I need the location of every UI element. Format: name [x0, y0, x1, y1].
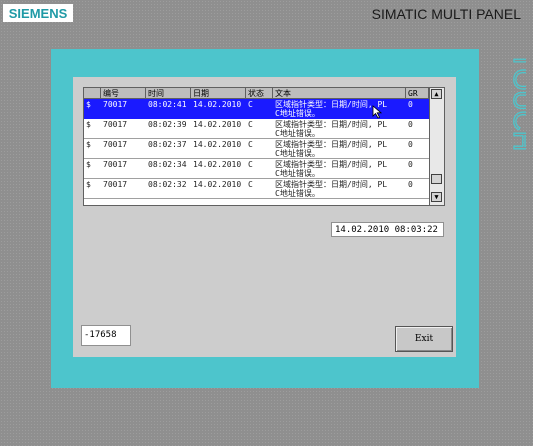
row-group: 0	[408, 140, 413, 149]
row-text-line1: 区域指针类型：日期/时间, PL	[275, 140, 388, 149]
row-number: 70017	[103, 180, 128, 189]
row-time: 08:02:39	[148, 120, 187, 129]
col-header-status[interactable]: 状态	[246, 88, 273, 99]
siemens-logo: SIEMENS	[3, 4, 73, 22]
row-time: 08:02:41	[148, 100, 187, 109]
row-status: C	[248, 100, 253, 109]
row-text: 区域指针类型：日期/时间, PL C地址错误。	[273, 99, 406, 118]
row-time: 08:02:34	[148, 160, 187, 169]
scrollbar-thumb[interactable]	[431, 174, 442, 184]
row-text: 区域指针类型：日期/时间, PL C地址错误。	[273, 119, 406, 138]
col-header-marker	[84, 88, 101, 99]
row-time: 08:02:37	[148, 140, 187, 149]
row-marker: $	[86, 120, 91, 129]
row-text-line1: 区域指针类型：日期/时间, PL	[275, 100, 388, 109]
col-header-time[interactable]: 时间	[146, 88, 191, 99]
row-marker: $	[86, 100, 91, 109]
row-date: 14.02.2010	[193, 180, 242, 189]
alarm-row[interactable]: $ 70017 08:02:37 14.02.2010 C 区域指针类型：日期/…	[84, 139, 429, 159]
exit-button[interactable]: Exit	[395, 326, 453, 352]
row-number: 70017	[103, 160, 128, 169]
row-date: 14.02.2010	[193, 140, 242, 149]
alarm-row[interactable]: $ 70017 08:02:39 14.02.2010 C 区域指针类型：日期/…	[84, 119, 429, 139]
row-text: 区域指针类型：日期/时间, PL C地址错误。	[273, 139, 406, 158]
row-text-line2: C地址错误。	[275, 189, 320, 198]
row-text-line2: C地址错误。	[275, 169, 320, 178]
row-marker: $	[86, 140, 91, 149]
row-number: 70017	[103, 120, 128, 129]
row-marker: $	[86, 160, 91, 169]
row-status: C	[248, 120, 253, 129]
arrow-up-icon[interactable]: ▲	[431, 89, 442, 99]
alarm-row[interactable]: $ 70017 08:02:32 14.02.2010 C 区域指针类型：日期/…	[84, 179, 429, 199]
row-text-line2: C地址错误。	[275, 129, 320, 138]
row-text-line1: 区域指针类型：日期/时间, PL	[275, 120, 388, 129]
row-group: 0	[408, 120, 413, 129]
row-number: 70017	[103, 140, 128, 149]
row-number: 70017	[103, 100, 128, 109]
alarm-scrollbar[interactable]: ▲ ▼	[429, 88, 444, 205]
row-text-line1: 区域指针类型：日期/时间, PL	[275, 180, 388, 189]
alarm-view-header: 编号 时间 日期 状态 文本 GR	[84, 88, 429, 99]
col-header-date[interactable]: 日期	[191, 88, 246, 99]
panel-model-label: SIMATIC MULTI PANEL	[371, 6, 521, 22]
col-header-number[interactable]: 编号	[101, 88, 146, 99]
col-header-group[interactable]: GR	[406, 88, 429, 99]
row-date: 14.02.2010	[193, 100, 242, 109]
alarm-row[interactable]: $ 70017 08:02:34 14.02.2010 C 区域指针类型：日期/…	[84, 159, 429, 179]
row-marker: $	[86, 180, 91, 189]
date-time-field: 14.02.2010 08:03:22	[331, 222, 444, 237]
row-date: 14.02.2010	[193, 160, 242, 169]
hmi-panel-device: SIEMENS SIMATIC MULTI PANEL TOUCH 编号 时间 …	[0, 0, 533, 446]
hmi-screen[interactable]: 编号 时间 日期 状态 文本 GR $ 70017 08:02:41 14.02…	[73, 77, 456, 357]
row-text: 区域指针类型：日期/时间, PL C地址错误。	[273, 159, 406, 178]
counter-io-field[interactable]: -17658	[81, 325, 131, 346]
col-header-text[interactable]: 文本	[273, 88, 406, 99]
row-text-line2: C地址错误。	[275, 109, 320, 118]
mouse-pointer-icon	[372, 105, 383, 119]
row-status: C	[248, 140, 253, 149]
row-time: 08:02:32	[148, 180, 187, 189]
row-group: 0	[408, 100, 413, 109]
row-text-line1: 区域指针类型：日期/时间, PL	[275, 160, 388, 169]
row-status: C	[248, 160, 253, 169]
touch-text: TOUCH	[508, 52, 526, 151]
alarm-view[interactable]: 编号 时间 日期 状态 文本 GR $ 70017 08:02:41 14.02…	[83, 87, 445, 206]
touch-label: TOUCH	[486, 51, 533, 192]
row-text: 区域指针类型：日期/时间, PL C地址错误。	[273, 179, 406, 198]
row-date: 14.02.2010	[193, 120, 242, 129]
row-group: 0	[408, 160, 413, 169]
arrow-down-icon[interactable]: ▼	[431, 192, 442, 202]
row-text-line2: C地址错误。	[275, 149, 320, 158]
row-status: C	[248, 180, 253, 189]
row-group: 0	[408, 180, 413, 189]
